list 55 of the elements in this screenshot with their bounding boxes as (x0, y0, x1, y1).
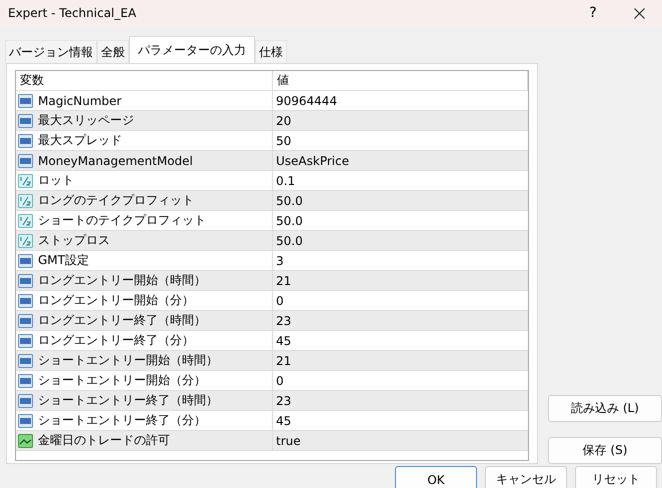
parameter-name: MagicNumber (38, 94, 122, 108)
parameter-name: ロングエントリー開始（分） (38, 292, 194, 309)
parameter-name: 金曜日のトレードの許可 (38, 432, 170, 449)
parameter-name: ロングエントリー終了（時間） (38, 312, 206, 329)
parameter-value[interactable]: 50.0 (276, 194, 303, 208)
tab[interactable]: 全般 (97, 40, 129, 63)
save-button[interactable]: 保存 (S) (548, 437, 662, 464)
parameter-value[interactable]: 23 (276, 314, 292, 328)
parameter-value[interactable]: 23 (276, 394, 292, 408)
parameter-value[interactable]: 50.0 (276, 214, 303, 228)
parameter-name: ロングエントリー終了（分） (38, 332, 194, 349)
parameter-name: ショートエントリー開始（時間） (38, 352, 218, 369)
fraction-type-icon (18, 234, 33, 248)
ok-button[interactable]: OK (395, 466, 477, 488)
parameter-value[interactable]: UseAskPrice (276, 154, 350, 168)
fraction-type-icon (18, 174, 33, 188)
parameter-value[interactable]: 50 (276, 134, 292, 148)
parameter-name: ショートのテイクプロフィット (38, 212, 206, 229)
tab[interactable]: 仕様 (255, 40, 287, 63)
parameter-name: ロット (38, 172, 74, 189)
fraction-type-icon (18, 194, 33, 208)
parameter-value[interactable]: 0 (276, 374, 284, 388)
parameter-name: ショートエントリー終了（分） (38, 412, 206, 429)
parameter-value[interactable]: 3 (276, 254, 284, 268)
reset-button[interactable]: リセット (575, 466, 657, 488)
help-button[interactable]: ? (570, 0, 616, 26)
parameter-value[interactable]: 50.0 (276, 234, 303, 248)
column-header: 変数 (16, 71, 273, 90)
parameter-value[interactable]: 45 (276, 414, 292, 428)
cancel-button[interactable]: キャンセル (485, 466, 567, 488)
parameter-value[interactable]: 20 (276, 114, 292, 128)
parameter-name: ロングエントリー開始（時間） (38, 272, 206, 289)
parameter-name: ショートエントリー終了（時間） (38, 392, 218, 409)
column-header: 値 (273, 71, 528, 90)
parameter-value[interactable]: 21 (276, 354, 292, 368)
window-title: Expert - Technical_EA (8, 6, 138, 20)
parameter-value[interactable]: 21 (276, 274, 292, 288)
parameter-value[interactable]: 90964444 (276, 94, 338, 108)
parameter-name: 最大スリッページ (38, 112, 134, 129)
fraction-type-icon (18, 214, 33, 228)
tab[interactable]: パラメーターの入力 (129, 36, 255, 63)
parameter-value[interactable]: 0 (276, 294, 284, 308)
toggle-type-icon (18, 434, 33, 448)
parameter-value[interactable]: 0.1 (276, 174, 296, 188)
parameter-value[interactable]: 45 (276, 334, 292, 348)
parameter-name: ロングのテイクプロフィット (38, 192, 194, 209)
load-button[interactable]: 読み込み (L) (548, 395, 662, 422)
parameter-name: ストップロス (38, 232, 110, 249)
parameter-value[interactable]: true (276, 434, 301, 448)
close-icon (634, 8, 644, 18)
parameter-name: GMT設定 (38, 252, 89, 269)
parameter-name: ショートエントリー開始（分） (38, 372, 206, 389)
parameter-name: 最大スプレッド (38, 132, 122, 149)
tab[interactable]: バージョン情報 (5, 40, 97, 63)
parameter-name: MoneyManagementModel (38, 154, 193, 168)
